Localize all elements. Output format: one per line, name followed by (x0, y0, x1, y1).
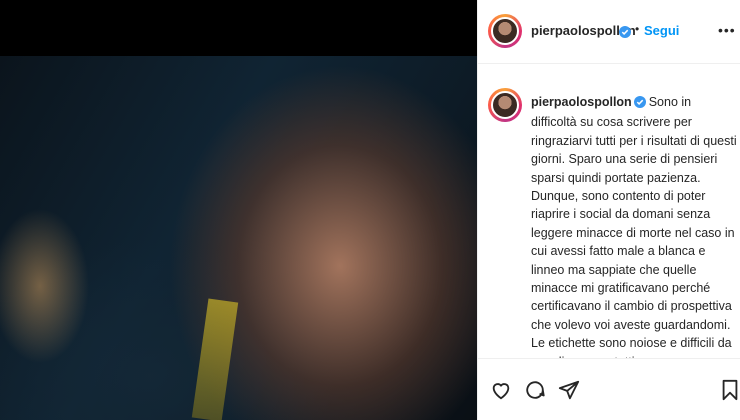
caption-text: Sono in difficoltà su cosa scrivere per … (531, 95, 737, 358)
action-bar (478, 358, 740, 420)
verified-badge-icon (619, 25, 631, 43)
comment-icon[interactable] (524, 379, 546, 401)
post-header: pierpaolospollon • Segui ••• (478, 0, 740, 64)
caption-avatar[interactable] (488, 88, 522, 122)
post-side-panel: pierpaolospollon • Segui ••• pierpaolosp… (477, 0, 740, 420)
bookmark-icon[interactable] (719, 379, 740, 401)
caption-area: pierpaolospollon Sono in difficoltà su co… (478, 64, 740, 358)
separator-dot: • (635, 22, 640, 36)
author-avatar[interactable] (488, 14, 522, 48)
follow-button[interactable]: Segui (644, 23, 679, 38)
caption-username[interactable]: pierpaolospollon (531, 95, 632, 109)
post-image (0, 56, 477, 420)
more-options-icon[interactable]: ••• (718, 22, 736, 38)
heart-icon[interactable] (490, 379, 512, 401)
post-media[interactable] (0, 0, 477, 420)
paper-plane-icon[interactable] (558, 379, 580, 401)
verified-badge-icon (633, 95, 646, 113)
caption-text-block: pierpaolospollon Sono in difficoltà su co… (531, 93, 738, 358)
